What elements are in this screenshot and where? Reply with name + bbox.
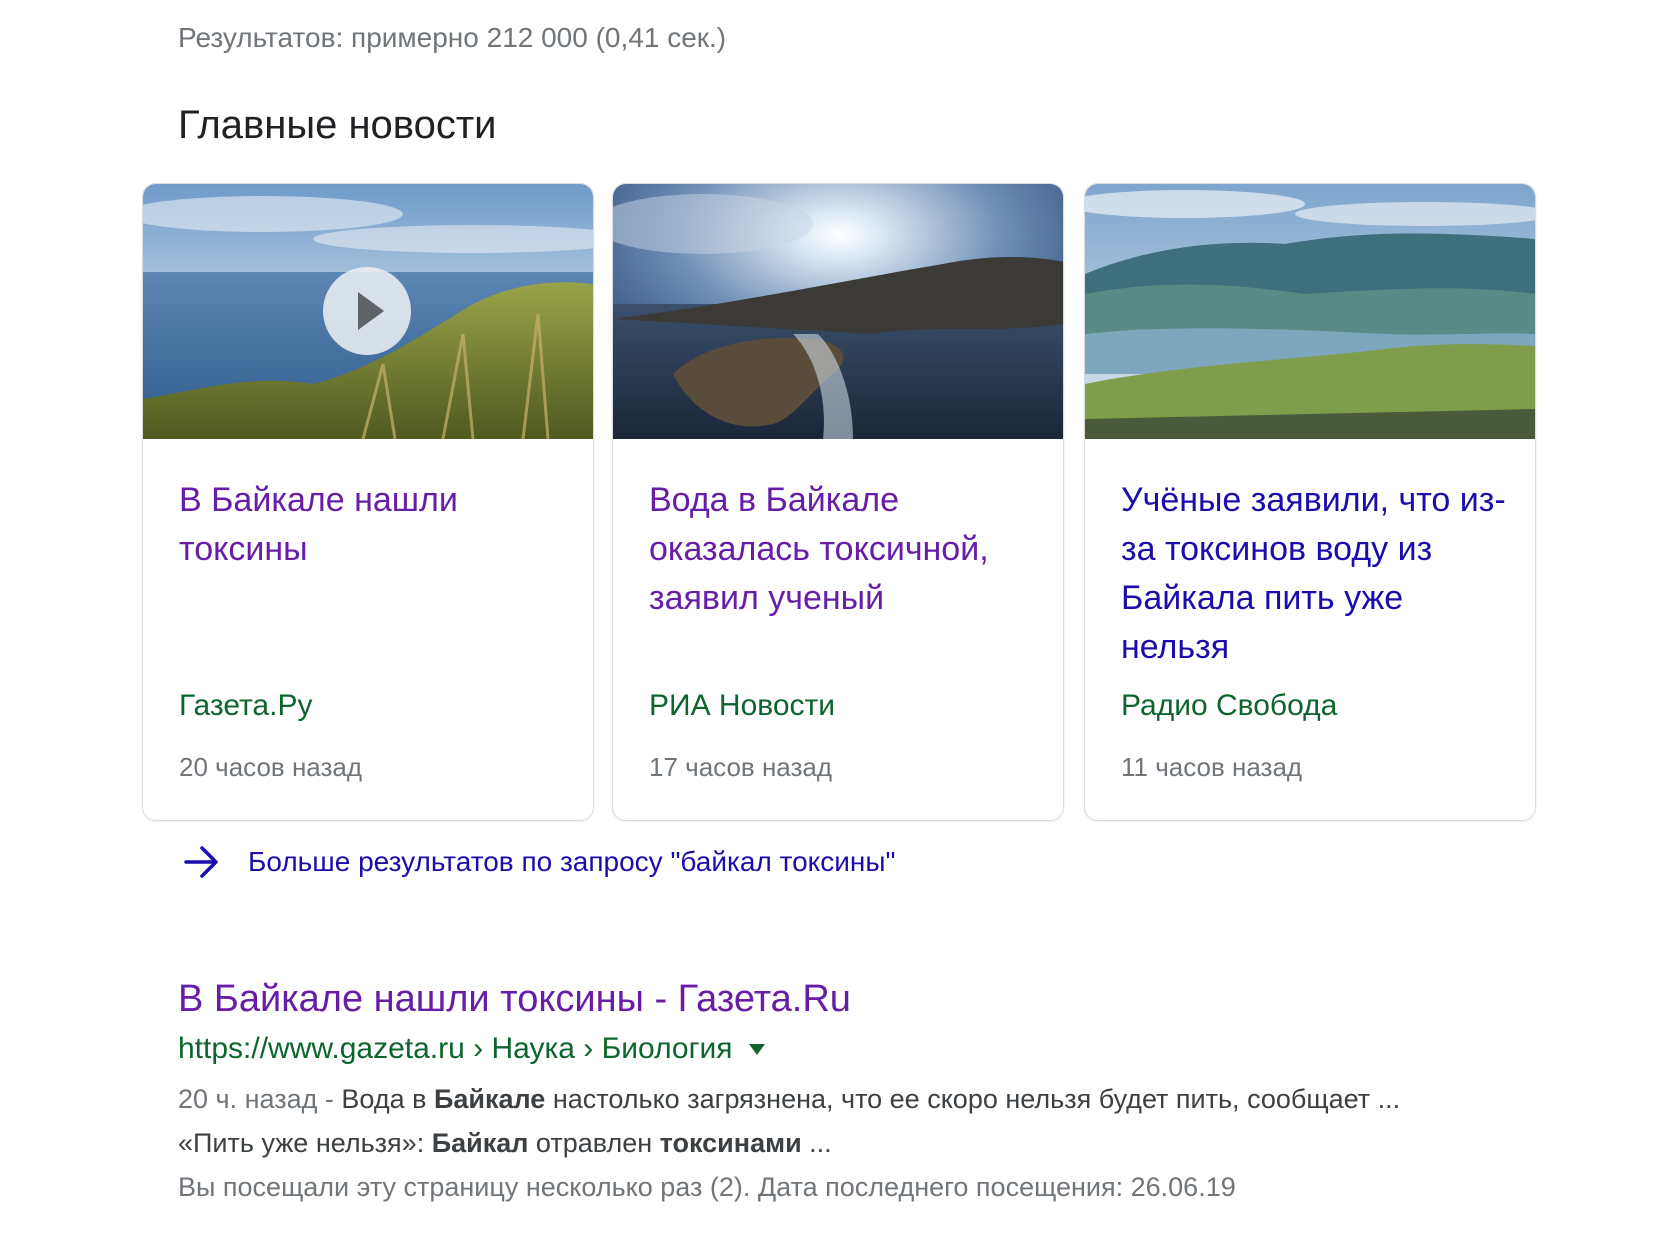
snippet-highlight: Байкале xyxy=(433,1084,546,1114)
more-news-label: Больше результатов по запросу "байкал то… xyxy=(248,846,896,877)
visited-note: Вы посещали эту страницу несколько раз (… xyxy=(178,1172,1236,1202)
snippet-line-1: 20 ч. назад - Вода в Байкале настолько з… xyxy=(178,1077,1578,1121)
play-icon[interactable] xyxy=(323,267,411,355)
result-stats: Результатов: примерно 212 000 (0,41 сек.… xyxy=(178,22,727,53)
news-card-source: Газета.Ру xyxy=(179,689,313,722)
news-thumbnail xyxy=(613,184,1063,439)
more-news-link[interactable]: Больше результатов по запросу "байкал то… xyxy=(182,840,895,884)
snippet-line-2: «Пить уже нельзя»: Байкал отравлен токси… xyxy=(178,1121,1578,1165)
result-url: https://www.gazeta.ru › Наука › Биология xyxy=(178,1029,1578,1069)
result-breadcrumb: https://www.gazeta.ru › Наука › Биология xyxy=(178,1032,733,1065)
search-result: В Байкале нашли токсины - Газета.Ru http… xyxy=(178,975,1578,1209)
news-card-source: Радио Свобода xyxy=(1121,689,1338,722)
snippet-text: ... xyxy=(801,1128,832,1158)
snippet-date: 20 ч. назад xyxy=(178,1084,318,1114)
search-results-page: Результатов: примерно 212 000 (0,41 сек.… xyxy=(0,0,1676,1240)
snippet-text: отравлен xyxy=(528,1128,660,1158)
news-card-time: 20 часов назад xyxy=(179,752,363,782)
caret-down-icon[interactable] xyxy=(748,1043,765,1055)
snippet-text: настолько загрязнена, что ее скоро нельз… xyxy=(545,1084,1401,1114)
news-thumbnail xyxy=(143,184,593,439)
arrow-right-icon xyxy=(184,846,218,878)
news-card[interactable]: Вода в Байкале оказалась токсичной, заяв… xyxy=(612,183,1064,821)
snippet-separator: - xyxy=(317,1084,342,1114)
top-stories-heading: Главные новости xyxy=(178,103,497,147)
news-card-time: 17 часов назад xyxy=(649,752,833,782)
news-card[interactable]: В Байкале нашли токсины Газета.Ру 20 час… xyxy=(142,183,594,821)
news-card-title: В Байкале нашли токсины xyxy=(179,481,458,568)
news-card-time: 11 часов назад xyxy=(1121,752,1303,782)
result-title-link[interactable]: В Байкале нашли токсины - Газета.Ru xyxy=(178,975,1578,1023)
result-snippet: 20 ч. назад - Вода в Байкале настолько з… xyxy=(178,1077,1578,1165)
snippet-text: Вода в xyxy=(341,1084,434,1114)
news-card-title: Вода в Байкале оказалась токсичной, заяв… xyxy=(649,481,989,617)
top-stories-carousel: В Байкале нашли токсины Газета.Ру 20 час… xyxy=(142,183,1536,821)
snippet-text: «Пить уже нельзя»: xyxy=(178,1128,432,1158)
news-card-title: Учёные заявили, что из-за токсинов воду … xyxy=(1121,481,1506,666)
snippet-highlight: Байкал xyxy=(431,1128,529,1158)
snippet-highlight: токсинами xyxy=(659,1128,802,1158)
news-thumbnail xyxy=(1085,184,1535,439)
news-card[interactable]: Учёные заявили, что из-за токсинов воду … xyxy=(1084,183,1536,821)
news-card-source: РИА Новости xyxy=(649,689,836,722)
